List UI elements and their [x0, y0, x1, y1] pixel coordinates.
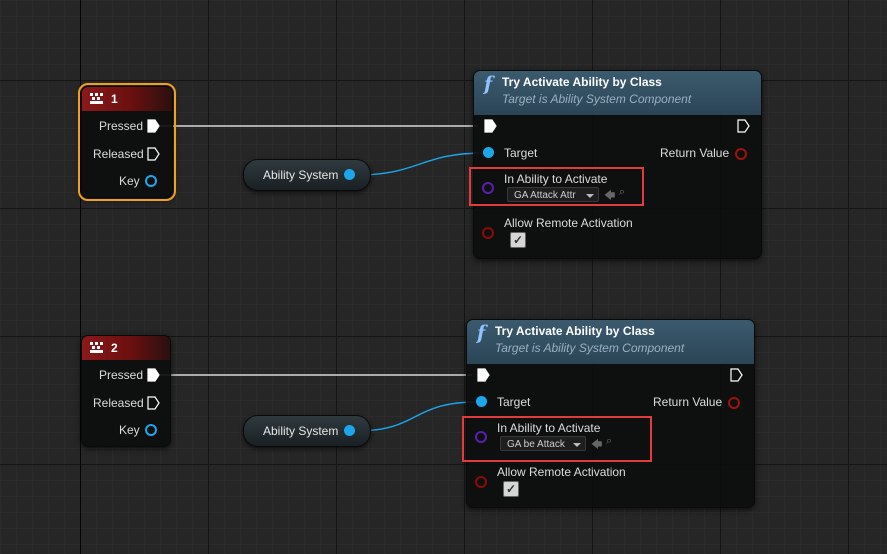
key-output-pin[interactable]: [145, 424, 157, 436]
key-node-header: 1: [82, 87, 172, 111]
function-node-header: f Try Activate Ability by Class Target i…: [467, 320, 754, 364]
try-activate-ability-node[interactable]: f Try Activate Ability by Class Target i…: [473, 70, 762, 259]
check-icon: ✓: [512, 233, 524, 247]
key-node-title: 2: [111, 341, 118, 355]
pressed-pin-label: Pressed: [99, 119, 144, 133]
object-wire-2: [355, 401, 479, 432]
highlight-box: [469, 167, 644, 206]
exec-output-pin[interactable]: [730, 368, 743, 382]
function-f-icon: f: [477, 322, 486, 344]
target-input-pin[interactable]: [483, 147, 494, 158]
variable-label: Ability System: [263, 168, 339, 182]
return-value-pin[interactable]: [735, 148, 747, 160]
allow-remote-label: Allow Remote Activation: [497, 465, 626, 479]
target-input-pin[interactable]: [476, 396, 487, 407]
return-value-label: Return Value: [653, 395, 723, 409]
key-node-title: 1: [111, 92, 118, 106]
function-title: Try Activate Ability by Class: [495, 324, 655, 338]
allow-remote-input-pin[interactable]: [482, 227, 494, 239]
function-subtitle: Target is Ability System Component: [495, 341, 685, 355]
key-pin-label: Key: [119, 423, 140, 437]
key-node-header: 2: [82, 336, 170, 360]
pressed-exec-pin[interactable]: [147, 368, 160, 382]
released-pin-label: Released: [93, 396, 144, 410]
return-value-pin[interactable]: [728, 397, 740, 409]
key-output-pin[interactable]: [145, 175, 157, 187]
ability-system-output-pin[interactable]: [344, 169, 355, 180]
check-icon: ✓: [505, 482, 517, 496]
allow-remote-checkbox[interactable]: ✓: [510, 232, 526, 248]
exec-input-pin[interactable]: [477, 368, 490, 382]
keyboard-icon: [90, 342, 103, 354]
pressed-exec-pin[interactable]: [147, 119, 160, 133]
keyboard-icon: [90, 93, 103, 105]
return-value-label: Return Value: [660, 146, 730, 160]
function-node-header: f Try Activate Ability by Class Target i…: [474, 71, 761, 115]
exec-output-pin[interactable]: [737, 119, 750, 133]
variable-label: Ability System: [263, 424, 339, 438]
released-pin-label: Released: [93, 147, 144, 161]
highlight-box: [462, 416, 652, 462]
function-title: Try Activate Ability by Class: [502, 75, 662, 89]
released-exec-pin[interactable]: [147, 396, 160, 410]
object-wire-1: [355, 152, 485, 176]
pressed-pin-label: Pressed: [99, 368, 144, 382]
allow-remote-checkbox[interactable]: ✓: [503, 481, 519, 497]
target-label: Target: [504, 146, 538, 160]
ability-system-output-pin[interactable]: [344, 425, 355, 436]
key-pin-label: Key: [119, 174, 140, 188]
exec-input-pin[interactable]: [484, 119, 497, 133]
function-f-icon: f: [484, 73, 493, 95]
allow-remote-label: Allow Remote Activation: [504, 216, 633, 230]
released-exec-pin[interactable]: [147, 147, 160, 161]
function-subtitle: Target is Ability System Component: [502, 92, 692, 106]
allow-remote-input-pin[interactable]: [475, 476, 487, 488]
target-label: Target: [497, 395, 531, 409]
try-activate-ability-node[interactable]: f Try Activate Ability by Class Target i…: [466, 319, 755, 508]
